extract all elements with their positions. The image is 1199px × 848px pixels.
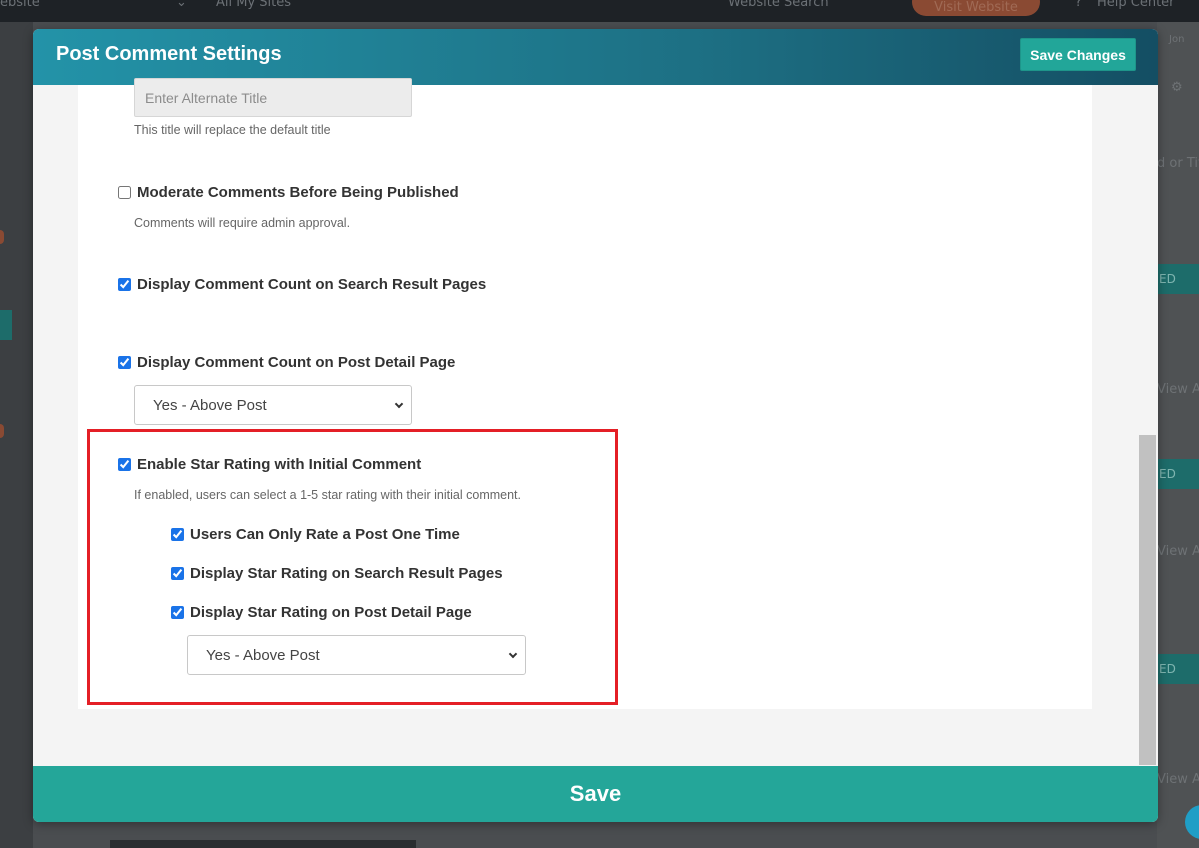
background-all-sites-link: All My Sites [216, 0, 292, 10]
chevron-down-icon [394, 399, 404, 409]
star-rating-help: If enabled, users can select a 1-5 star … [134, 488, 521, 502]
moderate-comments-checkbox[interactable] [118, 186, 131, 199]
comment-count-detail-label: Display Comment Count on Post Detail Pag… [137, 354, 456, 371]
post-comment-settings-modal: Post Comment Settings Save Changes This … [33, 29, 1158, 822]
comment-count-detail-checkbox[interactable] [118, 356, 131, 369]
background-view-link: View A [1157, 544, 1199, 559]
background-topbar: ebsite ⌄ All My Sites Website Search Vis… [0, 0, 1199, 22]
background-help-icon: ? [1075, 0, 1082, 10]
chevron-down-icon [508, 649, 518, 659]
background-status-pill: ED [1157, 654, 1199, 684]
background-footer-bar [110, 840, 416, 848]
star-rating-search-checkbox[interactable] [171, 567, 184, 580]
background-badge [0, 230, 4, 244]
background-user-name: Jon [1169, 34, 1185, 45]
star-rating-row[interactable]: Enable Star Rating with Initial Comment [118, 456, 421, 473]
star-rating-checkbox[interactable] [118, 458, 131, 471]
comment-count-search-checkbox[interactable] [118, 278, 131, 291]
background-right-panel: Jon ⚙ d or Title ED View A ED View A ED … [1157, 22, 1199, 848]
background-visit-website-button: Visit Website [912, 0, 1040, 16]
modal-header: Post Comment Settings Save Changes [33, 29, 1158, 85]
background-status-pill: ED [1157, 459, 1199, 489]
star-rating-position-select[interactable]: Yes - Above Post [187, 635, 526, 675]
background-badge [0, 424, 4, 438]
star-rating-detail-checkbox[interactable] [171, 606, 184, 619]
alternate-title-help: This title will replace the default titl… [134, 123, 331, 137]
moderate-comments-label: Moderate Comments Before Being Published [137, 184, 459, 201]
comment-count-search-label: Display Comment Count on Search Result P… [137, 276, 487, 293]
save-button[interactable]: Save [33, 766, 1158, 822]
background-site-select: ebsite [0, 0, 40, 10]
scrollbar-thumb[interactable] [1139, 435, 1156, 765]
star-rating-search-label: Display Star Rating on Search Result Pag… [190, 565, 503, 582]
comment-count-detail-row[interactable]: Display Comment Count on Post Detail Pag… [118, 354, 455, 371]
background-view-link: View A [1157, 772, 1199, 787]
background-view-link: View A [1157, 382, 1199, 397]
save-changes-button[interactable]: Save Changes [1020, 38, 1136, 71]
background-left-sidebar [0, 22, 33, 848]
rate-once-checkbox[interactable] [171, 528, 184, 541]
comment-count-position-select[interactable]: Yes - Above Post [134, 385, 412, 425]
star-rating-detail-row[interactable]: Display Star Rating on Post Detail Page [171, 604, 472, 621]
background-sidebar-tab [0, 310, 12, 340]
modal-title: Post Comment Settings [56, 43, 282, 65]
rate-once-row[interactable]: Users Can Only Rate a Post One Time [171, 526, 460, 543]
background-search-field: d or Title [1157, 156, 1199, 171]
rate-once-label: Users Can Only Rate a Post One Time [190, 526, 460, 543]
background-gear-icon: ⚙ [1171, 80, 1183, 95]
moderate-comments-row[interactable]: Moderate Comments Before Being Published [118, 184, 459, 201]
modal-body[interactable]: This title will replace the default titl… [33, 78, 1158, 765]
star-rating-search-row[interactable]: Display Star Rating on Search Result Pag… [171, 565, 503, 582]
settings-form: This title will replace the default titl… [78, 78, 1092, 709]
moderate-comments-help: Comments will require admin approval. [134, 216, 351, 230]
alternate-title-input[interactable] [134, 78, 412, 117]
comment-count-position-value: Yes - Above Post [153, 396, 267, 414]
background-search-input: Website Search [728, 0, 829, 10]
background-help-center-link: Help Center [1097, 0, 1175, 10]
star-rating-position-value: Yes - Above Post [206, 646, 320, 664]
comment-count-search-row[interactable]: Display Comment Count on Search Result P… [118, 276, 486, 293]
star-rating-label: Enable Star Rating with Initial Comment [137, 456, 422, 473]
background-status-pill: ED [1157, 264, 1199, 294]
chat-bubble-icon [1185, 805, 1199, 839]
star-rating-detail-label: Display Star Rating on Post Detail Page [190, 604, 472, 621]
background-chevron-icon: ⌄ [176, 0, 187, 10]
